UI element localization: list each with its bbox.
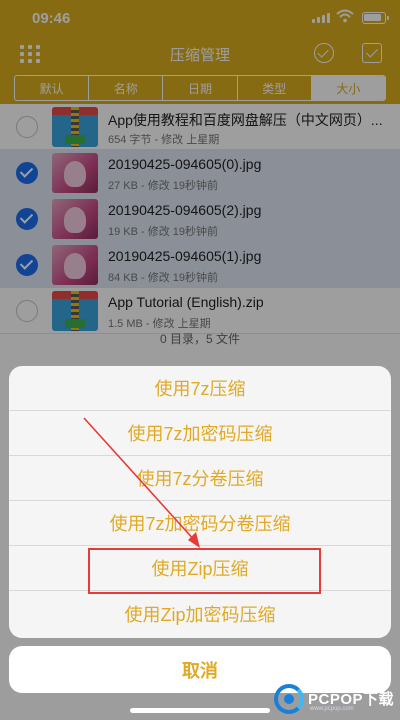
home-indicator — [130, 708, 270, 713]
pcpop-logo-icon — [274, 684, 304, 714]
watermark: PCPOP下载 www.pcpop.com — [274, 684, 398, 718]
option-zip-password-compress[interactable]: 使用Zip加密码压缩 — [9, 591, 391, 636]
compress-action-sheet: 使用7z压缩 使用7z加密码压缩 使用7z分卷压缩 使用7z加密码分卷压缩 使用… — [9, 366, 391, 638]
watermark-subtext: www.pcpop.com — [310, 706, 354, 712]
annotation-highlight-box — [88, 548, 321, 594]
option-7z-compress[interactable]: 使用7z压缩 — [9, 366, 391, 411]
option-7z-password-split-compress[interactable]: 使用7z加密码分卷压缩 — [9, 501, 391, 546]
option-7z-password-compress[interactable]: 使用7z加密码压缩 — [9, 411, 391, 456]
option-7z-split-compress[interactable]: 使用7z分卷压缩 — [9, 456, 391, 501]
